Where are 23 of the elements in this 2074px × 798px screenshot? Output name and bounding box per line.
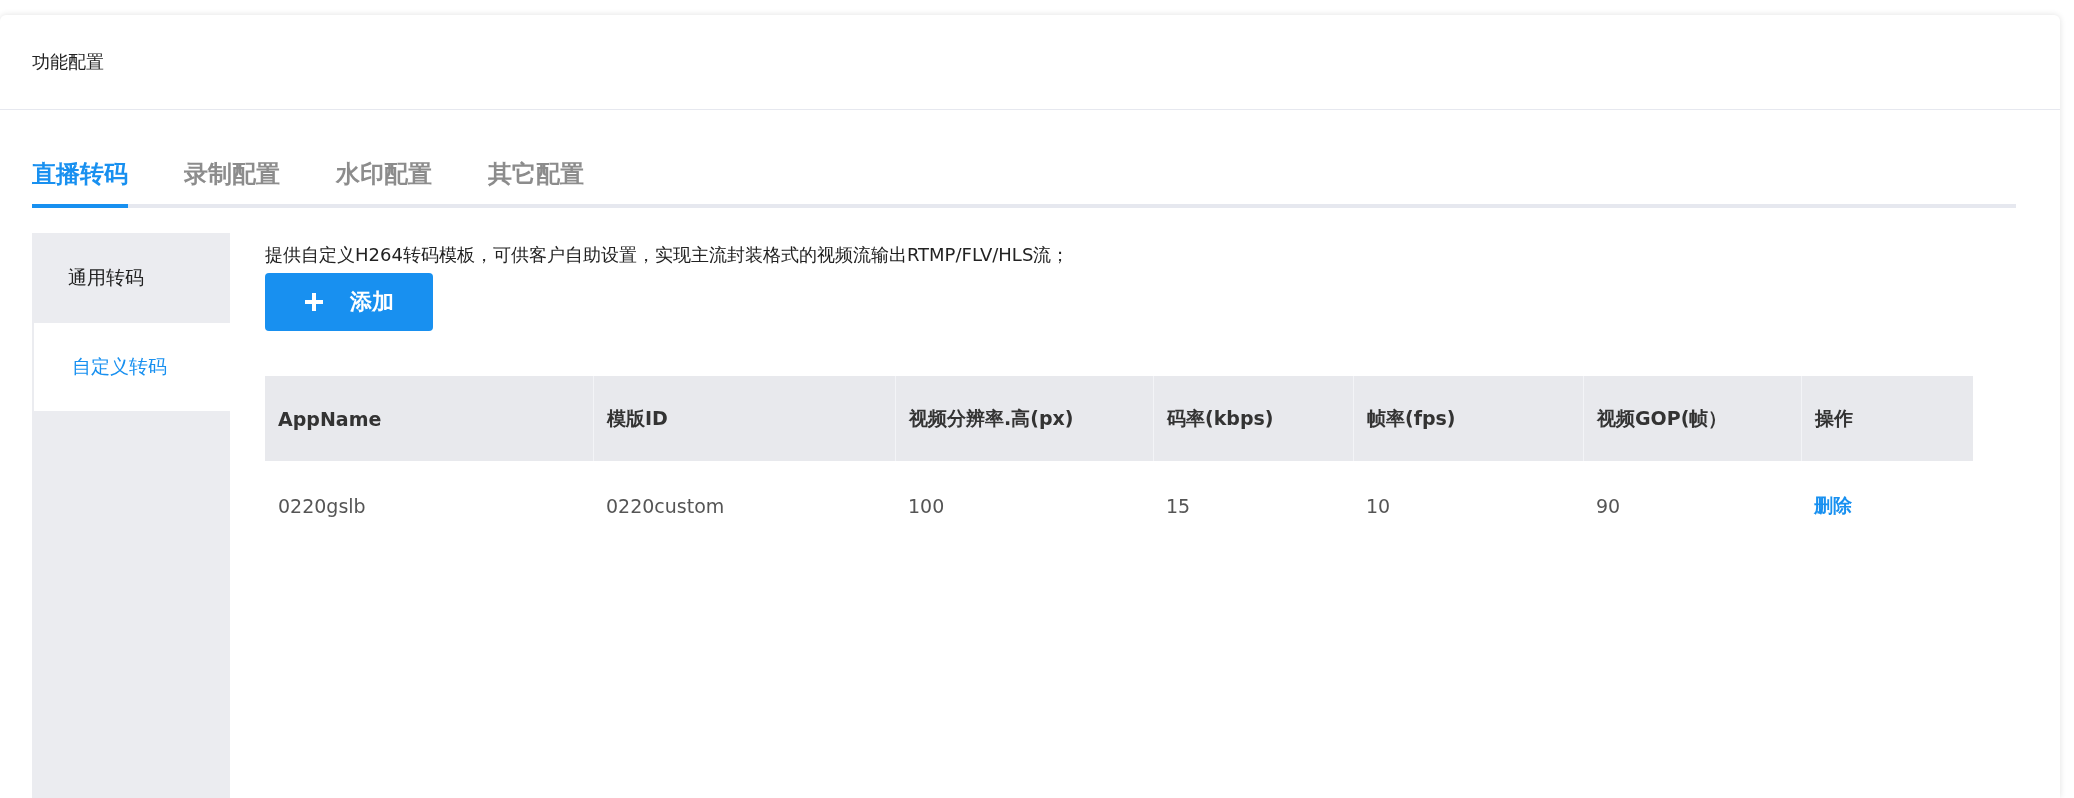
- table-cell-text: 100: [907, 494, 946, 519]
- column-header: 操作: [1801, 376, 1973, 461]
- column-header: 模版ID: [593, 376, 895, 461]
- table-cell-text: 10: [1365, 494, 1392, 519]
- description-text: 提供自定义H264转码模板，可供客户自助设置，实现主流封装格式的视频流输出RTMP/FLV/HLS流；: [265, 243, 1071, 267]
- page-title: 功能配置: [32, 50, 104, 74]
- tab[interactable]: 直播转码: [32, 148, 128, 208]
- tab[interactable]: 录制配置: [184, 148, 280, 208]
- column-header: 帧率(fps): [1353, 376, 1583, 461]
- delete-link[interactable]: 删除: [1814, 493, 1852, 519]
- column-header: 码率(kbps): [1153, 376, 1353, 461]
- column-header: 视频GOP(帧）: [1583, 376, 1801, 461]
- table-cell-text: 0220custom: [605, 494, 726, 519]
- table-cell-text: 0220gslb: [277, 494, 367, 519]
- column-header: AppName: [265, 376, 593, 461]
- tab[interactable]: 水印配置: [336, 148, 432, 208]
- table-cell-text: 90: [1595, 494, 1622, 519]
- tab[interactable]: 其它配置: [488, 148, 584, 208]
- sidebar-item[interactable]: 自定义转码: [34, 323, 230, 411]
- add-button[interactable]: 添加: [265, 273, 433, 331]
- column-header: 视频分辨率.高(px): [895, 376, 1153, 461]
- table-cell-text: 15: [1165, 494, 1192, 519]
- plus-icon: [304, 292, 324, 312]
